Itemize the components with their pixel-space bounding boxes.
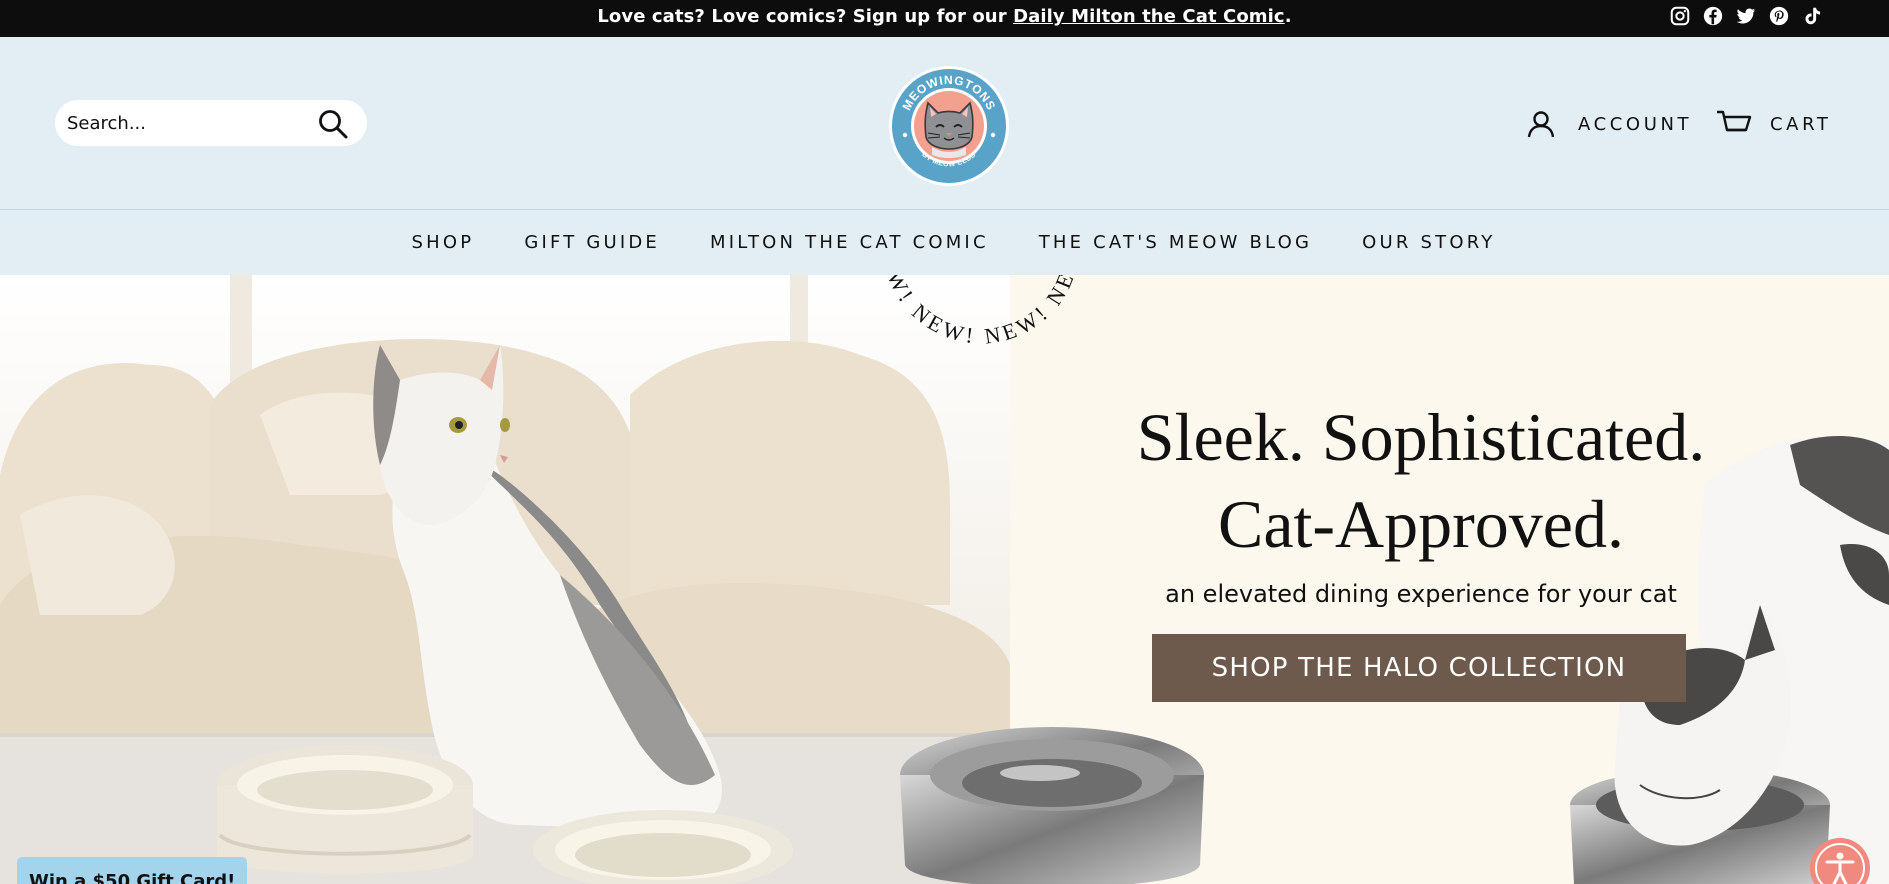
nav-item-gift-guide[interactable]: GIFT GUIDE: [524, 232, 660, 253]
hero-headline-line1: Sleek. Sophisticated.: [1136, 399, 1706, 475]
nav-item-our-story[interactable]: OUR STORY: [1362, 232, 1495, 253]
announcement-suffix: .: [1284, 6, 1292, 27]
hero-banner: NEW! NEW! NEW! NEW! Sleek. Sophisticated…: [0, 275, 1889, 884]
cart-label: CART: [1770, 113, 1832, 135]
announcement-prefix: Love cats? Love comics? Sign up for our: [597, 6, 1014, 27]
nav-item-shop[interactable]: SHOP: [412, 232, 475, 253]
site-header: MEOWINGTONS BY MEOW CLUB ACCOUNT CART: [0, 37, 1889, 209]
hero-subline: an elevated dining experience for your c…: [1165, 580, 1677, 608]
accessibility-icon: [1815, 843, 1865, 884]
cart-icon: [1717, 110, 1752, 132]
search-box: [55, 100, 367, 146]
account-icon: [1527, 111, 1555, 138]
tiktok-icon[interactable]: [1801, 5, 1823, 27]
announcement-text: Love cats? Love comics? Sign up for our …: [0, 0, 1889, 37]
main-nav: SHOP GIFT GUIDE MILTON THE CAT COMIC THE…: [0, 209, 1889, 275]
search-input[interactable]: [67, 108, 307, 138]
accessibility-button[interactable]: [1810, 838, 1870, 884]
nav-item-blog[interactable]: THE CAT'S MEOW BLOG: [1039, 232, 1312, 253]
announcement-bar: Love cats? Love comics? Sign up for our …: [0, 0, 1889, 37]
facebook-icon[interactable]: [1702, 5, 1724, 27]
nav-item-milton-comic[interactable]: MILTON THE CAT COMIC: [710, 232, 989, 253]
social-links: [1669, 5, 1823, 27]
instagram-icon[interactable]: [1669, 5, 1691, 27]
gift-card-popup-tab[interactable]: Win a $50 Gift Card!: [17, 857, 247, 884]
shop-halo-collection-button[interactable]: SHOP THE HALO COLLECTION: [1152, 634, 1686, 702]
search-icon[interactable]: [317, 108, 349, 140]
account-label: ACCOUNT: [1578, 113, 1693, 135]
twitter-icon[interactable]: [1735, 5, 1757, 27]
account-link[interactable]: ACCOUNT: [1526, 107, 1692, 141]
pinterest-icon[interactable]: [1768, 5, 1790, 27]
daily-comic-link[interactable]: Daily Milton the Cat Comic: [1013, 6, 1285, 27]
cart-link[interactable]: CART: [1716, 107, 1831, 141]
hero-headline-line2: Cat-Approved.: [1217, 486, 1624, 562]
meowingtons-logo[interactable]: MEOWINGTONS BY MEOW CLUB: [888, 65, 1010, 187]
